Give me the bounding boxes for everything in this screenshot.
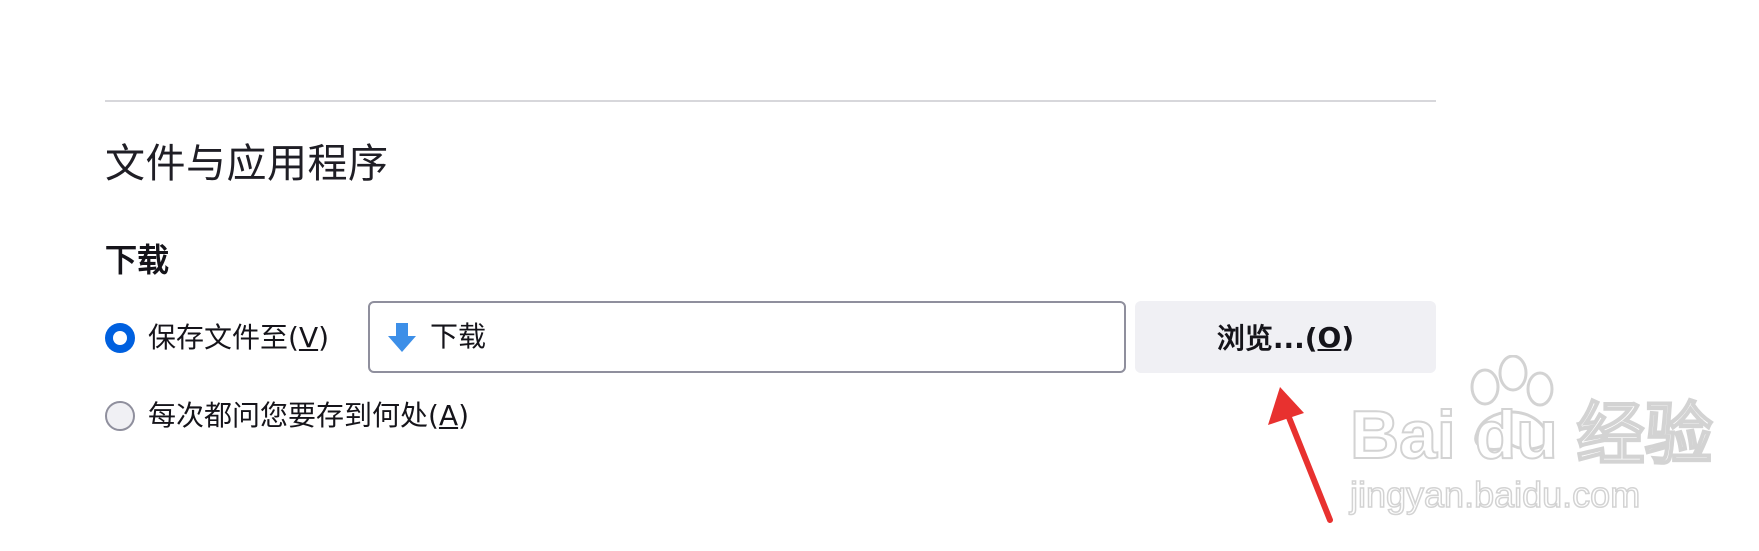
save-files-to-label[interactable]: 保存文件至(V) [148, 318, 329, 358]
always-ask-label[interactable]: 每次都问您要存到何处(A) [148, 396, 469, 436]
section-title: 文件与应用程序 [105, 141, 389, 187]
always-ask-accesskey: A [438, 399, 459, 432]
always-ask-radio[interactable] [105, 401, 135, 431]
download-arrow-icon [388, 323, 416, 352]
downloads-heading: 下载 [105, 241, 170, 279]
section-divider [105, 100, 1436, 102]
save-files-to-accesskey: V [298, 321, 319, 354]
watermark-url: jingyan.baidu.com [1349, 473, 1641, 516]
download-folder-field[interactable]: 下载 [368, 301, 1126, 373]
download-folder-path: 下载 [430, 320, 487, 353]
save-files-to-option[interactable]: 保存文件至(V) [105, 318, 329, 358]
always-ask-option[interactable]: 每次都问您要存到何处(A) [105, 396, 469, 436]
annotation-arrow-icon [1268, 387, 1333, 523]
baidu-watermark: Bai du 经验 jingyan.baidu.com [1349, 355, 1750, 525]
watermark-brand: Bai du 经验 [1349, 396, 1714, 474]
browse-accesskey: O [1317, 320, 1342, 354]
save-files-to-radio[interactable] [105, 323, 135, 353]
